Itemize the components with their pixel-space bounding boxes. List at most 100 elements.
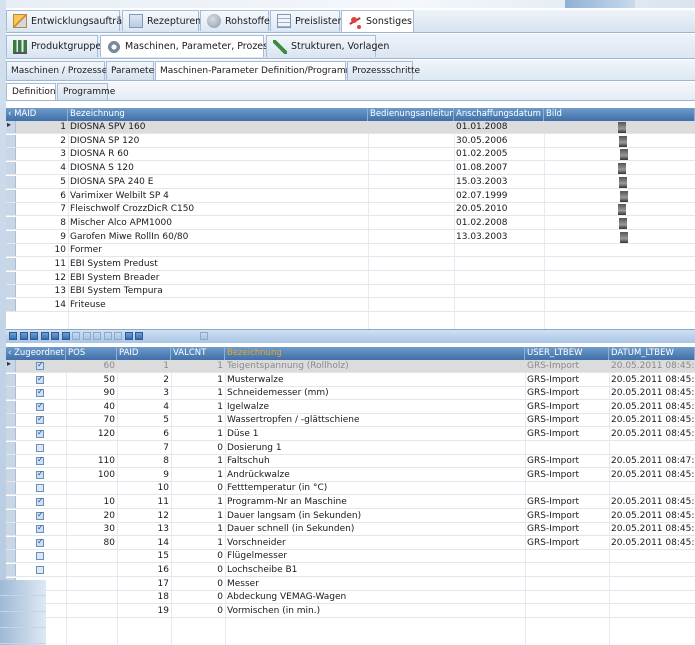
row-indicator[interactable] — [6, 359, 16, 372]
assigned-checkbox[interactable] — [36, 428, 44, 438]
table-row[interactable]: 10111Programm-Nr an MaschineGRS-Import20… — [6, 496, 695, 509]
table-row[interactable]: 40 4 1 Igelwalze GRS-Import 20.05.2011 08:45:… — [6, 400, 695, 414]
table-row[interactable]: 120 6 1 Düse 1 GRS-Import 20.05.2011 08:45:0 — [6, 428, 695, 441]
table-row[interactable]: 13 EBI System Tempura — [6, 285, 695, 299]
table-row[interactable]: 4 DIOSNA S 120 01.08.2007 — [6, 162, 695, 176]
assigned-checkbox[interactable] — [36, 374, 44, 384]
row-indicator[interactable] — [6, 373, 16, 386]
detailtab-1[interactable]: Maschinen / Prozesse — [6, 61, 107, 80]
table-row[interactable]: 1 DIOSNA SPV 160 01.01.2008 — [6, 120, 695, 134]
append-icon[interactable] — [72, 332, 80, 340]
column-header[interactable]: PAID — [117, 347, 171, 360]
column-header[interactable]: ‹ MAID — [6, 108, 68, 121]
column-header[interactable]: ‹ Zugeordnet — [6, 347, 66, 360]
row-indicator[interactable] — [6, 428, 16, 440]
table-row[interactable]: 2 DIOSNA SP 120 30.05.2006 — [6, 134, 695, 148]
column-header[interactable]: VALCNT — [171, 347, 225, 360]
tab-rohstoffe[interactable]: Rohstoffe — [200, 10, 270, 31]
first-icon[interactable] — [9, 332, 17, 340]
assigned-checkbox[interactable] — [36, 387, 44, 398]
table-row[interactable]: 19 0 Vormischen (in min.) — [6, 604, 695, 618]
assigned-checkbox[interactable] — [36, 496, 44, 506]
assigned-checkbox[interactable] — [36, 566, 44, 574]
assigned-checkbox[interactable] — [36, 401, 44, 411]
assigned-checkbox[interactable] — [36, 443, 44, 452]
assigned-checkbox[interactable] — [36, 484, 44, 493]
table-row[interactable]: 20 12 1 Dauer langsam (in Sekunden) GRS-Impo… — [6, 509, 695, 523]
row-indicator[interactable] — [6, 414, 16, 427]
cancel-icon[interactable] — [114, 332, 122, 340]
table-row[interactable]: 8 Mischer Alco APM1000 01.02.2008 — [6, 216, 695, 230]
assigned-checkbox[interactable] — [36, 510, 44, 520]
table-row[interactable]: 90 3 1 Schneidemesser (mm) GRS-Import 20.05.2… — [6, 387, 695, 401]
table-row[interactable]: 10 0 Fetttemperatur (in °C) — [6, 482, 695, 496]
assigned-checkbox[interactable] — [36, 360, 44, 370]
column-header[interactable]: USER_LTBEW — [525, 347, 609, 360]
post-icon[interactable] — [103, 332, 112, 340]
scroll-icon[interactable] — [200, 332, 208, 340]
table-row[interactable]: 3 DIOSNA R 60 01.02.2005 — [6, 148, 695, 162]
table-row[interactable]: 15 0 Flügelmesser — [6, 550, 695, 564]
row-indicator[interactable] — [6, 468, 16, 481]
row-indicator[interactable] — [6, 523, 16, 536]
tab-definition[interactable]: Definition — [6, 83, 56, 100]
assigned-checkbox[interactable] — [36, 414, 44, 425]
tab-programme[interactable]: Programme — [57, 83, 115, 100]
filter-icon[interactable] — [135, 332, 143, 340]
detailtab-4[interactable]: Prozessschritte — [347, 61, 420, 80]
row-indicator[interactable] — [6, 536, 16, 549]
subtab-2[interactable]: Maschinen, Parameter, Prozesse — [100, 35, 279, 57]
row-indicator[interactable] — [6, 482, 16, 495]
table-row[interactable]: 5 DIOSNA SPA 240 E 15.03.2003 — [6, 175, 695, 189]
assigned-checkbox[interactable] — [36, 523, 44, 534]
row-indicator[interactable] — [6, 400, 16, 413]
refresh-icon[interactable] — [124, 332, 133, 340]
row-indicator[interactable] — [6, 496, 16, 508]
table-row[interactable]: 12 EBI System Breader — [6, 271, 695, 285]
assigned-checkbox[interactable] — [36, 455, 44, 466]
assigned-checkbox[interactable] — [36, 537, 44, 547]
table-row[interactable]: 7 0 Dosierung 1 — [6, 441, 695, 455]
last-icon[interactable] — [61, 332, 70, 340]
prev-icon[interactable] — [30, 332, 38, 340]
table-row[interactable]: 14 Friteuse — [6, 299, 695, 313]
table-row[interactable]: 80 14 1 Vorschneider GRS-Import 20.05.2011 08… — [6, 536, 695, 550]
tab-rezepturen[interactable]: Rezepturen — [122, 10, 201, 31]
tab-entwicklungsaufträge[interactable]: Entwicklungsaufträge — [6, 10, 134, 31]
table-row[interactable]: 9 Garofen Miwe RollIn 60/80 13.03.2003 — [6, 230, 695, 244]
subtab-1[interactable]: Produktgruppen — [6, 35, 107, 57]
subtab-3[interactable]: Strukturen, Vorlagen — [266, 35, 389, 57]
assigned-checkbox[interactable] — [36, 469, 44, 479]
column-header[interactable]: Anschaffungsdatum — [454, 108, 544, 121]
table-row[interactable]: 17 0 Messer — [6, 577, 695, 591]
table-row[interactable]: 50 2 1 Musterwalze GRS-Import 20.05.2011 08:4… — [6, 373, 695, 387]
tab-preislisten[interactable]: Preislisten — [270, 10, 344, 31]
table-row[interactable]: 110 8 1 Faltschuh GRS-Import 20.05.2011 08:47… — [6, 455, 695, 469]
table-row[interactable]: 16 0 Lochscheibe B1 — [6, 564, 695, 577]
next-page-icon[interactable] — [51, 332, 59, 340]
table-row[interactable]: 6 Varimixer Welbilt SP 4 02.07.1999 — [6, 189, 695, 203]
table-row[interactable]: 30 13 1 Dauer schnell (in Sekunden) GRS-Impo… — [6, 523, 695, 537]
row-indicator[interactable] — [6, 564, 16, 576]
row-indicator[interactable] — [6, 387, 16, 400]
delete-icon[interactable] — [82, 332, 91, 340]
row-indicator[interactable] — [6, 550, 16, 563]
column-header[interactable]: Bezeichnung — [225, 347, 525, 360]
edit-icon[interactable] — [93, 332, 101, 340]
column-header[interactable]: DATUM_LTBEW — [609, 347, 695, 360]
table-row[interactable]: 18 0 Abdeckung VEMAG-Wagen — [6, 591, 695, 605]
tab-sonstiges[interactable]: Sonstiges — [341, 10, 414, 32]
column-header[interactable]: Bezeichnung — [68, 108, 368, 121]
row-indicator[interactable] — [6, 455, 16, 468]
detailtab-3[interactable]: Maschinen-Parameter Definition/Programme — [155, 61, 360, 80]
row-indicator[interactable] — [6, 509, 16, 522]
detailtab-2[interactable]: Parameter — [106, 61, 158, 80]
assigned-checkbox[interactable] — [36, 552, 44, 561]
column-header[interactable]: Bild — [544, 108, 695, 121]
table-row[interactable]: 60 1 1 Teigentspannung (Rollholz) GRS-Import… — [6, 359, 695, 373]
table-row[interactable]: 70 5 1 Wassertropfen / -glättschiene GRS-Imp… — [6, 414, 695, 428]
column-header[interactable]: POS — [66, 347, 117, 360]
table-row[interactable]: 10 Former — [6, 244, 695, 258]
next-icon[interactable] — [40, 332, 49, 340]
row-indicator[interactable] — [6, 441, 16, 454]
